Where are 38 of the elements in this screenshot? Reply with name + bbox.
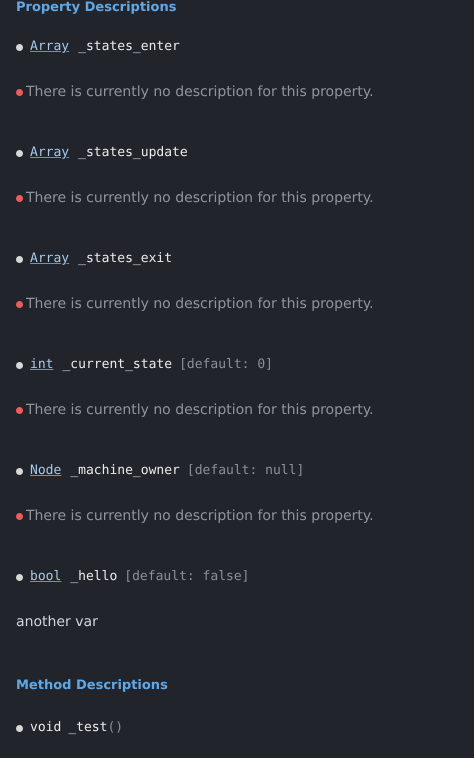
default-value: [default: null] — [186, 462, 304, 480]
property-name: _machine_owner — [70, 462, 180, 480]
description-text: There is currently no description for this property. — [26, 189, 374, 208]
error-dot-icon — [16, 194, 23, 202]
default-value: [default: 0] — [179, 356, 273, 374]
bullet-icon — [16, 724, 23, 732]
description-text: There is currently no description for this property. — [26, 401, 374, 420]
bullet-icon — [16, 468, 23, 474]
type-link[interactable]: Node — [30, 461, 62, 481]
description-text: There is currently no description for this property. — [26, 83, 374, 102]
property-name: _states_exit — [78, 250, 172, 268]
method-name: _test — [68, 719, 108, 737]
description-text: another var — [16, 613, 99, 632]
error-dot-icon — [16, 512, 23, 520]
property-name: _states_enter — [78, 38, 180, 56]
property-name: _hello — [70, 568, 118, 586]
property-name: _current_state — [62, 356, 172, 374]
description-text: There is currently no description for this property. — [26, 295, 374, 314]
error-dot-icon — [16, 406, 23, 414]
section-heading: Method Descriptions — [16, 678, 169, 694]
type-link[interactable]: Array — [30, 249, 70, 269]
bullet-icon — [16, 44, 23, 50]
type-link[interactable]: Array — [30, 37, 70, 57]
bullet-icon — [16, 256, 23, 262]
type-link[interactable]: int — [30, 355, 54, 375]
parentheses: () — [107, 719, 124, 737]
section-heading: Property Descriptions — [16, 0, 178, 16]
description-text: There is currently no description for this property. — [26, 507, 374, 526]
return-type: void — [30, 719, 62, 737]
bullet-icon — [16, 362, 23, 368]
bullet-icon — [16, 150, 23, 156]
error-dot-icon — [16, 88, 23, 96]
type-link[interactable]: bool — [30, 567, 62, 587]
default-value: [default: false] — [124, 568, 250, 586]
bullet-icon — [16, 574, 23, 580]
type-link[interactable]: Array — [30, 143, 70, 163]
property-name: _states_update — [78, 144, 188, 162]
error-dot-icon — [16, 300, 23, 308]
